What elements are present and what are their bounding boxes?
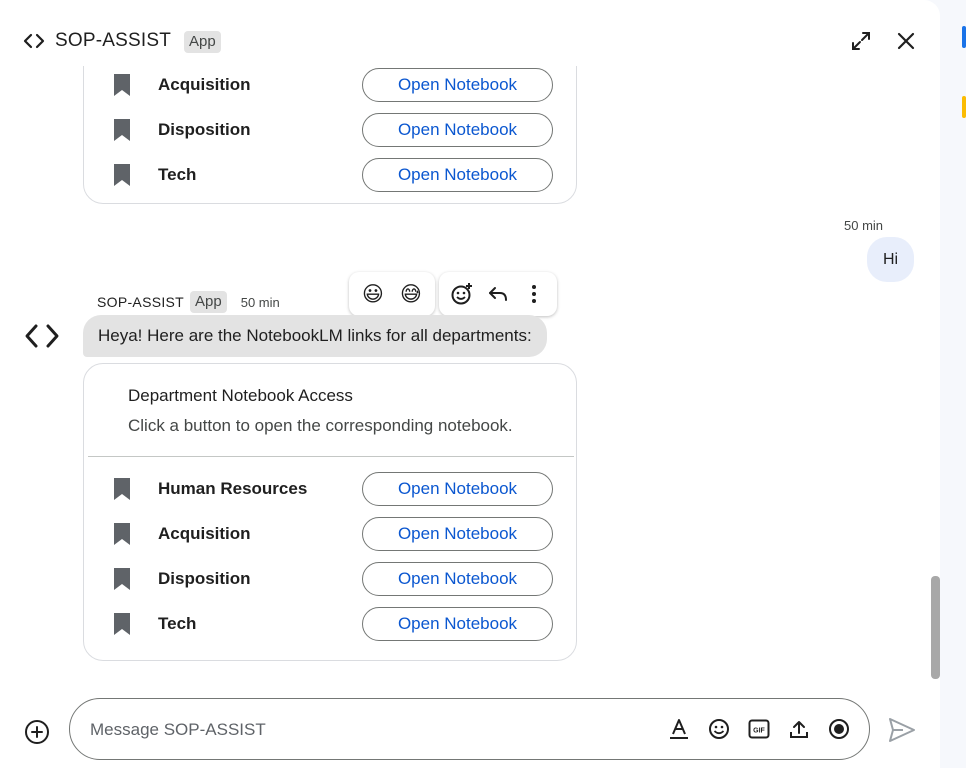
send-icon xyxy=(889,718,915,742)
department-notebook-card: Department Notebook Access Click a butto… xyxy=(83,363,577,661)
chat-panel: SOP-ASSIST App Acquisition Open Notebook… xyxy=(0,0,940,768)
bookmark-icon xyxy=(114,613,130,635)
card-subtitle: Click a button to open the corresponding… xyxy=(128,416,513,435)
message-action-bar: 😃 😅 xyxy=(349,272,557,316)
open-notebook-button[interactable]: Open Notebook xyxy=(362,472,553,506)
add-attachment-button[interactable] xyxy=(24,719,50,745)
app-badge: App xyxy=(190,291,227,313)
department-label: Disposition xyxy=(158,120,251,139)
scrollbar-thumb[interactable] xyxy=(931,576,940,679)
reaction-smiley[interactable]: 😃 xyxy=(357,282,389,306)
card-row: Disposition Open Notebook xyxy=(84,108,578,153)
open-notebook-button[interactable]: Open Notebook xyxy=(362,158,553,192)
user-message-bubble[interactable]: Hi xyxy=(867,237,914,282)
more-options-button[interactable] xyxy=(519,279,549,309)
bot-message-bubble[interactable]: Heya! Here are the NotebookLM links for … xyxy=(83,315,547,357)
bookmark-icon xyxy=(114,523,130,545)
card-row: Disposition Open Notebook xyxy=(84,557,578,602)
gif-button[interactable]: GIF xyxy=(746,716,772,742)
side-marker-blue xyxy=(962,26,966,48)
card-row: Acquisition Open Notebook xyxy=(84,66,578,108)
gif-icon-label: GIF xyxy=(753,728,765,735)
app-badge: App xyxy=(184,31,221,53)
format-text-button[interactable] xyxy=(666,716,692,742)
open-notebook-button[interactable]: Open Notebook xyxy=(362,68,553,102)
record-button[interactable] xyxy=(826,716,852,742)
open-notebook-button[interactable]: Open Notebook xyxy=(362,607,553,641)
message-composer: GIF xyxy=(69,698,870,760)
upload-button[interactable] xyxy=(786,716,812,742)
record-icon xyxy=(829,719,849,739)
message-list[interactable]: Acquisition Open Notebook Disposition Op… xyxy=(0,66,930,688)
reaction-sweat-smile[interactable]: 😅 xyxy=(395,282,427,306)
bookmark-icon xyxy=(114,478,130,500)
department-label: Tech xyxy=(158,614,197,633)
side-marker-yellow xyxy=(962,96,966,118)
open-notebook-button[interactable]: Open Notebook xyxy=(362,562,553,596)
format-text-icon xyxy=(670,719,688,739)
card-row: Tech Open Notebook xyxy=(84,153,578,198)
bookmark-icon xyxy=(114,119,130,141)
department-label: Disposition xyxy=(158,569,251,588)
close-button[interactable] xyxy=(892,27,920,55)
bookmark-icon xyxy=(114,164,130,186)
bot-sender-line: SOP-ASSIST App 50 min xyxy=(97,291,280,313)
department-label: Human Resources xyxy=(158,479,308,498)
emoji-button[interactable] xyxy=(706,716,732,742)
message-time: 50 min xyxy=(240,294,280,310)
sender-name: SOP-ASSIST xyxy=(97,294,185,310)
card-row: Human Resources Open Notebook xyxy=(84,467,578,512)
reply-button[interactable] xyxy=(483,279,513,309)
expand-icon xyxy=(852,32,870,50)
card-title: Department Notebook Access xyxy=(128,386,353,405)
expand-button[interactable] xyxy=(847,27,875,55)
code-brackets-icon xyxy=(25,324,59,348)
send-button[interactable] xyxy=(887,716,917,744)
card-divider xyxy=(88,456,574,457)
bookmark-icon xyxy=(114,74,130,96)
add-reaction-button[interactable] xyxy=(447,279,477,309)
open-notebook-button[interactable]: Open Notebook xyxy=(362,113,553,147)
message-actions xyxy=(439,272,557,316)
quick-reactions: 😃 😅 xyxy=(349,272,435,316)
chat-title: SOP-ASSIST xyxy=(55,30,172,51)
card-row: Tech Open Notebook xyxy=(84,602,578,647)
gif-icon: GIF xyxy=(748,719,770,739)
department-label: Acquisition xyxy=(158,75,251,94)
chat-window: SOP-ASSIST App Acquisition Open Notebook… xyxy=(0,0,966,768)
add-reaction-icon xyxy=(451,283,472,305)
more-vert-icon xyxy=(532,285,536,303)
open-notebook-button[interactable]: Open Notebook xyxy=(362,517,553,551)
message-input[interactable] xyxy=(90,718,650,742)
message-time: 50 min xyxy=(844,218,884,233)
reply-icon xyxy=(489,287,507,301)
upload-icon xyxy=(790,721,808,738)
bookmark-icon xyxy=(114,568,130,590)
department-label: Tech xyxy=(158,165,197,184)
card-row: Acquisition Open Notebook xyxy=(84,512,578,557)
previous-notebook-card: Acquisition Open Notebook Disposition Op… xyxy=(83,66,577,204)
code-brackets-icon xyxy=(23,33,45,49)
department-label: Acquisition xyxy=(158,524,251,543)
emoji-icon xyxy=(709,719,729,739)
close-icon xyxy=(897,32,915,50)
